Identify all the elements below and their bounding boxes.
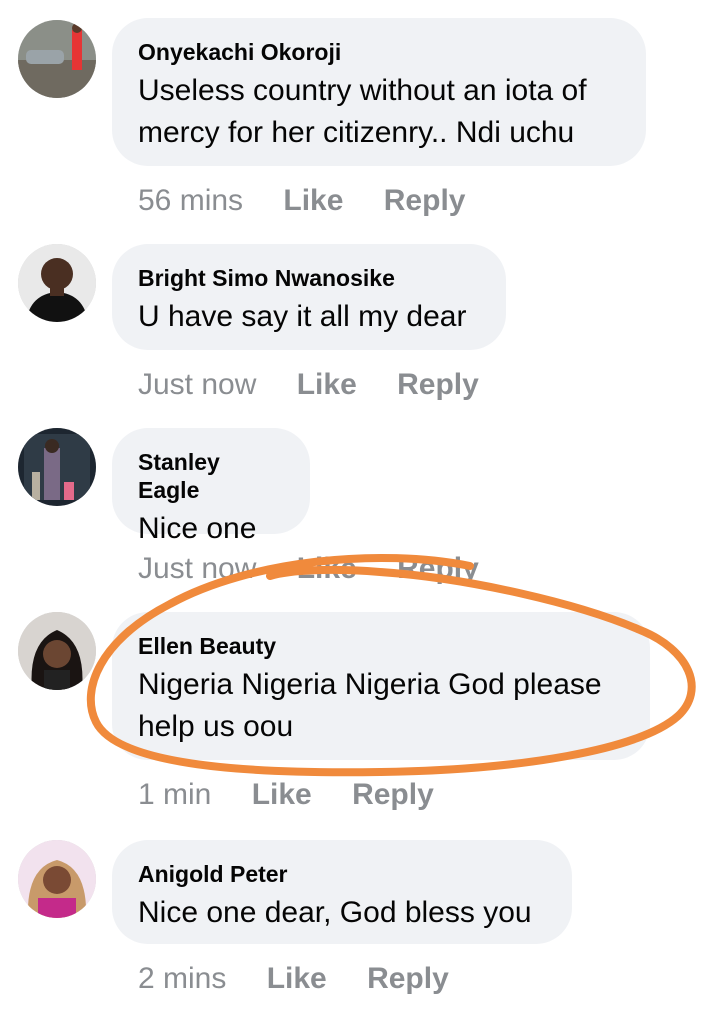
comment-timestamp[interactable]: Just now (138, 552, 256, 585)
reply-button[interactable]: Reply (397, 552, 479, 585)
comment-bubble: Bright Simo Nwanosike U have say it all … (112, 244, 506, 350)
comment-text: Nice one (138, 512, 257, 545)
comment-author[interactable]: Onyekachi Okoroji (138, 38, 620, 66)
avatar[interactable] (18, 612, 96, 690)
comment-author[interactable]: Ellen Beauty (138, 632, 624, 660)
comment-bubble: Stanley Eagle Nice one (112, 428, 310, 545)
comment-actions: 2 mins Like Reply (138, 962, 481, 996)
comment-text: Nice one dear, God bless you (138, 896, 532, 929)
comment-text: Useless country without an iota of mercy… (138, 74, 587, 149)
avatar[interactable] (18, 244, 96, 322)
comment-timestamp[interactable]: Just now (138, 368, 256, 401)
comment-author[interactable]: Bright Simo Nwanosike (138, 264, 480, 292)
avatar[interactable] (18, 428, 96, 506)
comment-timestamp[interactable]: 1 min (138, 778, 211, 811)
comment-text: Nigeria Nigeria Nigeria God please help … (138, 668, 602, 743)
comment-bubble: Onyekachi Okoroji Useless country withou… (112, 18, 646, 166)
comment-author[interactable]: Stanley Eagle (138, 448, 284, 504)
avatar[interactable] (18, 840, 96, 918)
comment-author[interactable]: Anigold Peter (138, 860, 546, 888)
like-button[interactable]: Like (283, 184, 343, 217)
comment-bubble: Anigold Peter Nice one dear, God bless y… (112, 840, 572, 944)
avatar[interactable] (18, 20, 96, 98)
like-button[interactable]: Like (267, 962, 327, 995)
reply-button[interactable]: Reply (397, 368, 479, 401)
comment-timestamp[interactable]: 2 mins (138, 962, 226, 995)
like-button[interactable]: Like (297, 552, 357, 585)
comment-timestamp[interactable]: 56 mins (138, 184, 243, 217)
reply-button[interactable]: Reply (367, 962, 449, 995)
comment-actions: 1 min Like Reply (138, 778, 466, 812)
reply-button[interactable]: Reply (352, 778, 434, 811)
comment-text: U have say it all my dear (138, 300, 467, 333)
reply-button[interactable]: Reply (384, 184, 466, 217)
like-button[interactable]: Like (252, 778, 312, 811)
comment-bubble: Ellen Beauty Nigeria Nigeria Nigeria God… (112, 612, 650, 760)
comment-actions: 56 mins Like Reply (138, 184, 497, 218)
comment-actions: Just now Like Reply (138, 552, 511, 586)
comment-actions: Just now Like Reply (138, 368, 511, 402)
like-button[interactable]: Like (297, 368, 357, 401)
